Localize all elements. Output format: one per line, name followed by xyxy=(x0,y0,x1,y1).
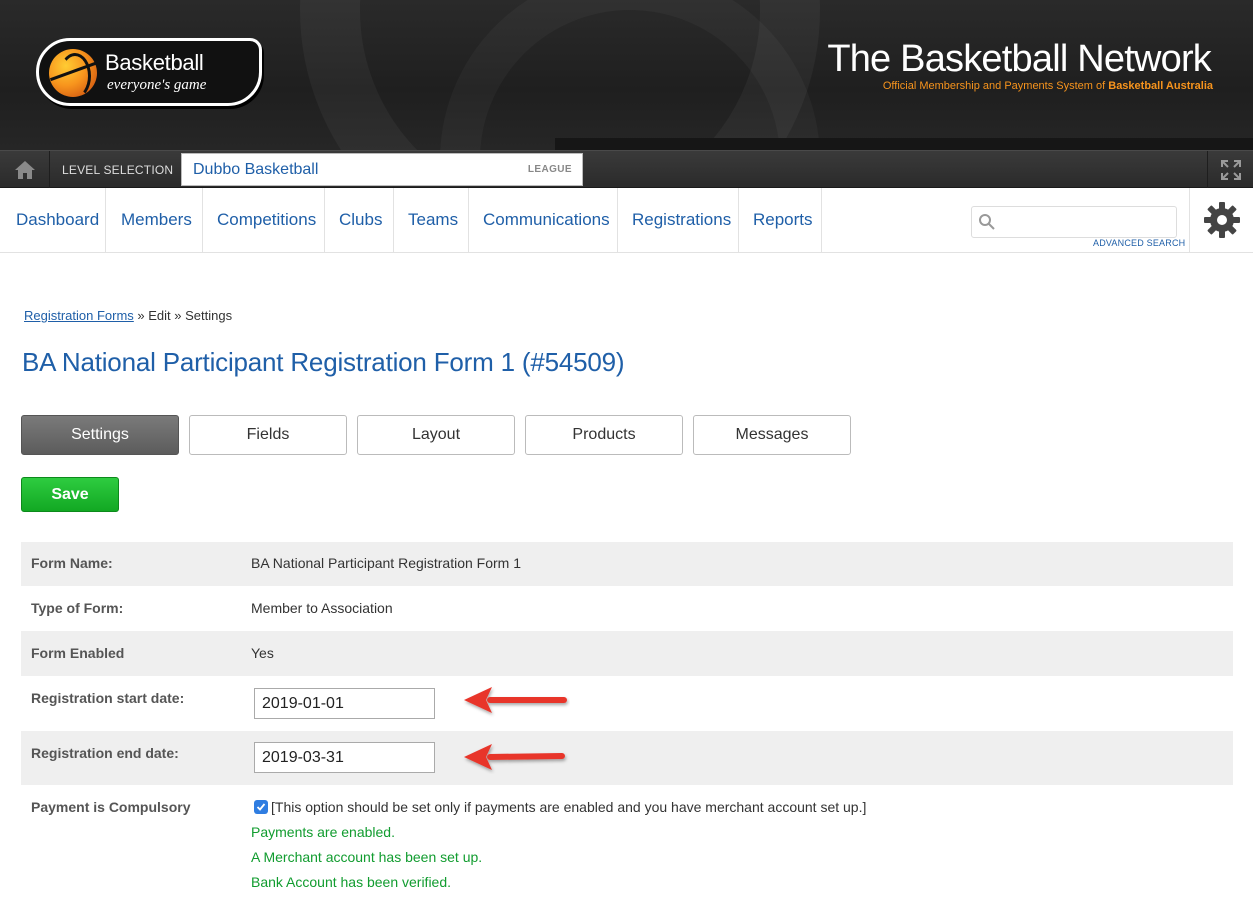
form-row-start-date: Registration start date: xyxy=(21,676,1233,731)
level-selection-label: LEVEL SELECTION xyxy=(62,163,174,177)
home-icon xyxy=(14,160,35,179)
annotation-arrow-icon xyxy=(464,744,565,770)
payment-compulsory-checkbox[interactable] xyxy=(254,800,268,814)
payment-compulsory-label: Payment is Compulsory xyxy=(31,799,191,815)
status-payments-enabled: Payments are enabled. xyxy=(251,824,395,840)
form-row-type: Type of Form: Member to Association xyxy=(21,586,1233,631)
nav-item-dashboard[interactable]: Dashboard xyxy=(0,188,106,252)
registration-start-date-label: Registration start date: xyxy=(31,690,185,706)
brand-subtitle-org: Basketball Australia xyxy=(1108,80,1213,92)
basketball-icon xyxy=(49,49,97,99)
breadcrumb-link-registration-forms[interactable]: Registration Forms xyxy=(24,308,134,323)
form-row-enabled: Form Enabled Yes xyxy=(21,631,1233,676)
brand-subtitle-prefix: Official Membership and Payments System … xyxy=(882,80,1109,92)
gear-icon xyxy=(1203,202,1240,238)
settings-button[interactable] xyxy=(1189,188,1253,252)
nav-item-clubs[interactable]: Clubs xyxy=(325,188,394,252)
payment-compulsory-note: [This option should be set only if payme… xyxy=(271,799,867,815)
logo-tagline: everyone's game xyxy=(107,77,207,93)
level-type: LEAGUE xyxy=(527,164,572,175)
save-button[interactable]: Save xyxy=(21,477,119,512)
expand-button[interactable] xyxy=(1207,151,1253,188)
header-banner: Basketball everyone's game The Basketbal… xyxy=(0,0,1253,150)
annotation-arrow-icon xyxy=(464,687,567,713)
page-title: BA National Participant Registration For… xyxy=(22,347,625,377)
brand-subtitle: Official Membership and Payments System … xyxy=(883,80,1213,92)
registration-end-date-input[interactable] xyxy=(254,742,435,773)
search-input[interactable] xyxy=(1002,211,1172,233)
level-bar: LEVEL SELECTION Dubbo Basketball LEAGUE xyxy=(0,150,1253,188)
breadcrumb: Registration Forms » Edit » Settings xyxy=(24,308,232,323)
form-enabled-label: Form Enabled xyxy=(31,645,125,661)
tab-messages[interactable]: Messages xyxy=(693,415,851,455)
form-row-form-name: Form Name: BA National Participant Regis… xyxy=(21,542,1233,586)
form-enabled-value: Yes xyxy=(251,645,274,661)
form-row-end-date: Registration end date: xyxy=(21,731,1233,785)
tab-fields[interactable]: Fields xyxy=(189,415,347,455)
advanced-search-link[interactable]: ADVANCED SEARCH xyxy=(1093,238,1185,248)
form-name-value: BA National Participant Registration For… xyxy=(251,555,522,571)
tab-layout[interactable]: Layout xyxy=(357,415,515,455)
registration-end-date-label: Registration end date: xyxy=(31,745,179,761)
level-selector[interactable]: Dubbo Basketball LEAGUE xyxy=(181,153,583,186)
tab-settings[interactable]: Settings xyxy=(21,415,179,455)
basketball-logo[interactable]: Basketball everyone's game xyxy=(36,38,262,106)
checkmark-icon xyxy=(256,803,266,811)
brand-title: The Basketball Network xyxy=(827,38,1211,80)
home-button[interactable] xyxy=(0,151,50,188)
status-bank-verified: Bank Account has been verified. xyxy=(251,874,452,890)
level-name: Dubbo Basketball xyxy=(193,161,319,178)
expand-icon xyxy=(1220,159,1241,180)
registration-start-date-input[interactable] xyxy=(254,688,435,719)
nav-item-registrations[interactable]: Registrations xyxy=(618,188,739,252)
logo-text: Basketball xyxy=(105,50,204,75)
status-merchant-account: A Merchant account has been set up. xyxy=(251,849,483,865)
nav-item-teams[interactable]: Teams xyxy=(394,188,469,252)
nav-item-competitions[interactable]: Competitions xyxy=(203,188,325,252)
search-box xyxy=(971,206,1177,238)
breadcrumb-rest: » Edit » Settings xyxy=(133,308,233,323)
banner-strip xyxy=(555,138,1253,150)
tab-products[interactable]: Products xyxy=(525,415,683,455)
main-nav: Dashboard Members Competitions Clubs Tea… xyxy=(0,188,1253,253)
form-name-label: Form Name: xyxy=(31,555,113,571)
nav-item-members[interactable]: Members xyxy=(106,188,203,252)
nav-item-communications[interactable]: Communications xyxy=(469,188,618,252)
nav-item-reports[interactable]: Reports xyxy=(739,188,822,252)
type-of-form-value: Member to Association xyxy=(251,600,393,616)
search-icon xyxy=(979,214,995,230)
type-of-form-label: Type of Form: xyxy=(31,600,124,616)
